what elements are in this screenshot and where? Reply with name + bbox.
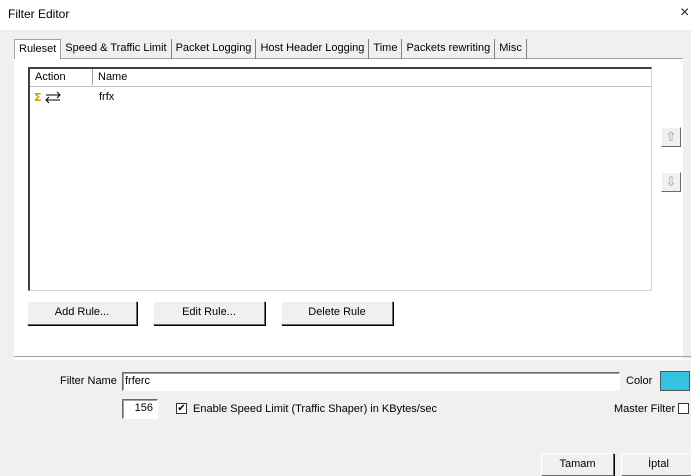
move-up-button[interactable]: ⇧ bbox=[661, 127, 681, 147]
speed-limit-checkbox[interactable]: ✔ bbox=[176, 403, 187, 414]
tab-speed-traffic-limit[interactable]: Speed & Traffic Limit bbox=[61, 39, 172, 59]
arrow-down-icon: ⇩ bbox=[665, 174, 677, 189]
title-bar bbox=[0, 0, 691, 30]
tab-packet-logging[interactable]: Packet Logging bbox=[172, 39, 257, 59]
tab-ruleset[interactable]: Ruleset bbox=[14, 39, 62, 59]
filter-name-input[interactable]: frferc bbox=[122, 372, 620, 391]
tab-strip: Ruleset Speed & Traffic Limit Packet Log… bbox=[14, 39, 527, 59]
separator bbox=[14, 356, 691, 360]
sigma-exchange-icon: Σ bbox=[32, 89, 72, 105]
filter-name-label: Filter Name bbox=[60, 375, 117, 387]
speed-limit-input[interactable]: 156 bbox=[122, 399, 158, 419]
close-icon[interactable]: × bbox=[680, 4, 689, 22]
tab-packets-rewriting[interactable]: Packets rewriting bbox=[402, 39, 496, 59]
tab-host-header-logging[interactable]: Host Header Logging bbox=[256, 39, 370, 59]
speed-limit-label: Enable Speed Limit (Traffic Shaper) in K… bbox=[193, 403, 437, 415]
color-label: Color bbox=[626, 375, 653, 387]
cancel-button[interactable]: İptal bbox=[621, 453, 691, 476]
tab-time[interactable]: Time bbox=[369, 39, 403, 59]
add-rule-button[interactable]: Add Rule... bbox=[27, 301, 137, 325]
ok-button[interactable]: Tamam bbox=[541, 453, 614, 476]
arrow-up-icon: ⇧ bbox=[665, 129, 677, 144]
move-down-button[interactable]: ⇩ bbox=[661, 172, 681, 192]
master-filter-label: Master Filter bbox=[614, 403, 676, 415]
window-title: Filter Editor bbox=[8, 7, 70, 21]
color-swatch[interactable] bbox=[660, 371, 690, 391]
column-header-action[interactable]: Action bbox=[30, 69, 93, 85]
tab-misc[interactable]: Misc bbox=[495, 39, 527, 59]
svg-text:Σ: Σ bbox=[34, 91, 42, 104]
column-header-name[interactable]: Name bbox=[93, 69, 651, 85]
edit-rule-button[interactable]: Edit Rule... bbox=[153, 301, 265, 325]
master-filter-checkbox[interactable] bbox=[678, 403, 689, 414]
rule-name: frfx bbox=[99, 91, 115, 103]
delete-rule-button[interactable]: Delete Rule bbox=[281, 301, 393, 325]
table-row[interactable]: Σ frfx bbox=[30, 89, 650, 107]
rules-list-header: Action Name bbox=[30, 69, 651, 87]
